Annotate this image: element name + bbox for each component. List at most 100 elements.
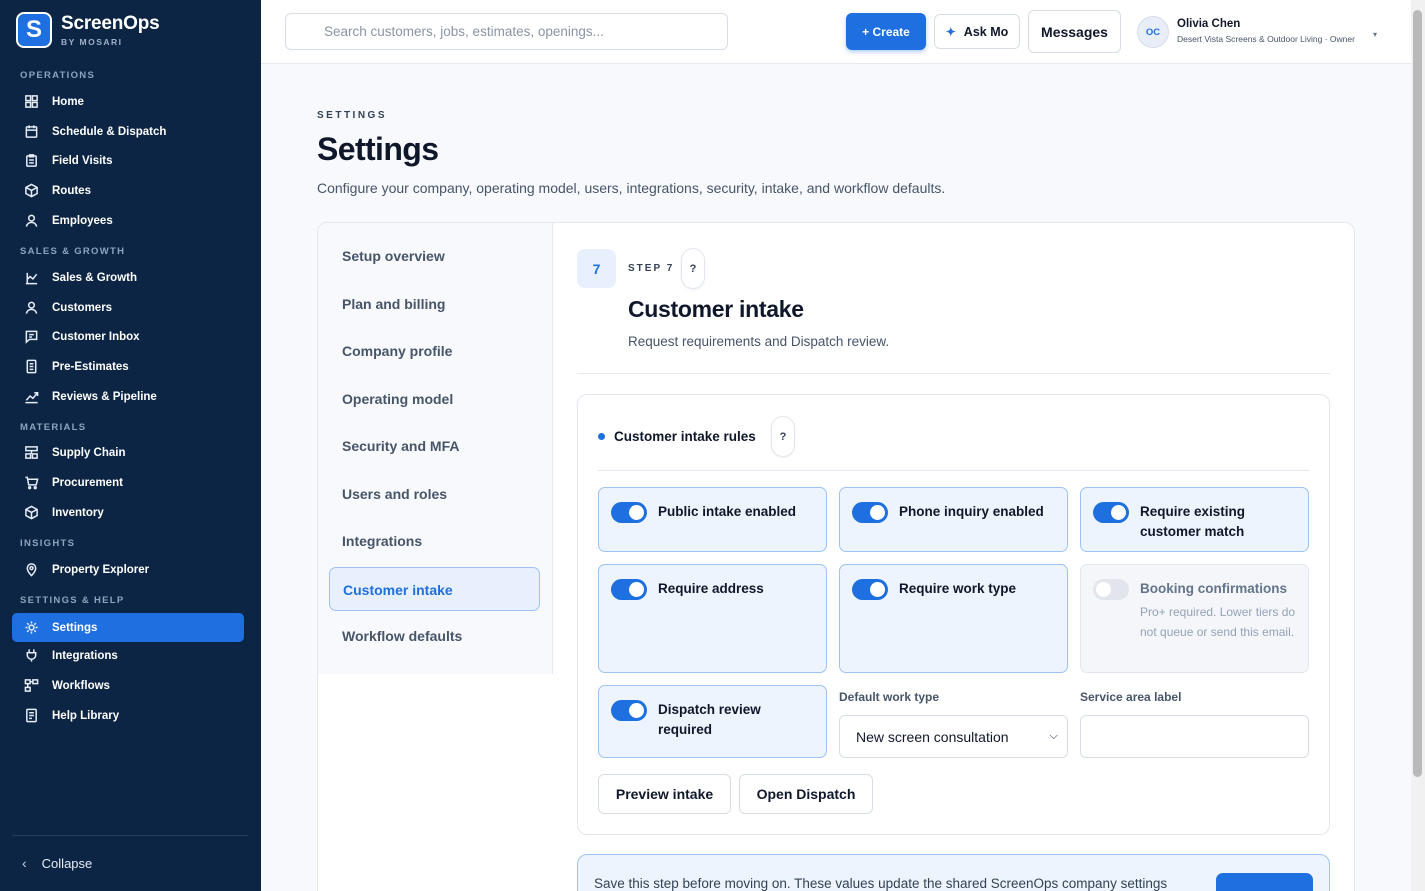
app-logo: S xyxy=(16,12,52,48)
user-icon xyxy=(24,300,39,315)
sidebar-item-employees[interactable]: Employees xyxy=(12,206,244,235)
avatar[interactable]: OC xyxy=(1137,16,1169,48)
section-divider xyxy=(577,373,1330,374)
create-button[interactable]: + Create xyxy=(846,13,926,50)
clipboard-icon xyxy=(24,153,39,168)
toggle-switch[interactable] xyxy=(611,502,647,523)
toggle-label: Require work type xyxy=(899,581,1017,596)
sidebar-item-label: Reviews & Pipeline xyxy=(52,390,157,403)
default-work-type-select[interactable]: New screen consultation ⌵ xyxy=(839,715,1068,758)
sidebar-item-workflows[interactable]: Workflows xyxy=(12,671,244,700)
rules-help-button[interactable]: ? xyxy=(771,416,795,457)
sidebar-item-label: Schedule & Dispatch xyxy=(52,125,167,138)
step-number-badge: 7 xyxy=(577,249,616,288)
sidebar-item-help-library[interactable]: Help Library xyxy=(12,701,244,730)
step-customer-intake[interactable]: Customer intake xyxy=(329,567,540,611)
sidebar-item-customers[interactable]: Customers xyxy=(12,293,244,322)
plug-icon xyxy=(24,648,39,663)
sparkle-icon: ✦ xyxy=(945,24,956,39)
sidebar-item-label: Field Visits xyxy=(52,154,113,167)
toggle-tile-public-intake[interactable]: Public intake enabled xyxy=(598,487,827,552)
sidebar-item-schedule-dispatch[interactable]: Schedule & Dispatch xyxy=(12,117,244,146)
ask-mo-label: Ask Mo xyxy=(963,24,1009,39)
toggle-note: Pro+ required. Lower tiers do not queue … xyxy=(1140,605,1296,639)
help-button[interactable]: ? xyxy=(681,248,705,289)
toggle-tile-dispatch-review[interactable]: Dispatch review required xyxy=(598,685,827,758)
ask-mo-button[interactable]: ✦ Ask Mo xyxy=(934,14,1020,49)
preview-intake-button[interactable]: Preview intake xyxy=(598,774,731,814)
save-button[interactable] xyxy=(1216,873,1313,891)
sidebar-item-label: Supply Chain xyxy=(52,446,126,459)
app-name: ScreenOps xyxy=(61,13,160,34)
toggle-tile-phone-inquiry[interactable]: Phone inquiry enabled xyxy=(839,487,1068,552)
step-integrations[interactable]: Integrations xyxy=(342,533,422,549)
section-description: Request requirements and Dispatch review… xyxy=(628,334,890,349)
step-plan-billing[interactable]: Plan and billing xyxy=(342,296,445,312)
step-setup-overview[interactable]: Setup overview xyxy=(342,248,445,264)
nav-section-settings-help: SETTINGS & HELP xyxy=(20,595,125,606)
top-bar: Search customers, jobs, estimates, openi… xyxy=(261,0,1411,64)
step-users-roles[interactable]: Users and roles xyxy=(342,486,447,502)
service-area-input[interactable] xyxy=(1080,715,1309,758)
toggle-switch[interactable] xyxy=(611,579,647,600)
chevron-down-icon[interactable]: ▾ xyxy=(1373,30,1377,39)
brand[interactable]: S ScreenOps BY MOSARI xyxy=(16,12,160,48)
step-security-mfa[interactable]: Security and MFA xyxy=(342,438,459,454)
sidebar-item-label: Routes xyxy=(52,184,91,197)
messages-button[interactable]: Messages xyxy=(1028,10,1121,53)
sidebar-item-home[interactable]: Home xyxy=(12,87,244,116)
toggle-switch[interactable] xyxy=(852,502,888,523)
toggle-switch[interactable] xyxy=(1093,502,1129,523)
search-input[interactable]: Search customers, jobs, estimates, openi… xyxy=(285,13,728,50)
scrollbar-thumb[interactable] xyxy=(1413,10,1422,777)
sidebar-item-pre-estimates[interactable]: Pre-Estimates xyxy=(12,352,244,381)
sidebar-item-procurement[interactable]: Procurement xyxy=(12,468,244,497)
nav-section-insights: INSIGHTS xyxy=(20,538,76,549)
sidebar-item-label: Pre-Estimates xyxy=(52,360,129,373)
section-title: Customer intake xyxy=(628,296,804,322)
grid-icon xyxy=(24,94,39,109)
user-name[interactable]: Olivia Chen xyxy=(1177,18,1240,30)
toggle-tile-customer-match[interactable]: Require existing customer match xyxy=(1080,487,1309,552)
sidebar-item-label: Inventory xyxy=(52,506,104,519)
nav-section-sales-growth: SALES & GROWTH xyxy=(20,246,126,257)
box-icon xyxy=(24,505,39,520)
page-description: Configure your company, operating model,… xyxy=(317,180,946,196)
sidebar-item-field-visits[interactable]: Field Visits xyxy=(12,146,244,175)
sidebar-item-routes[interactable]: Routes xyxy=(12,176,244,205)
sidebar-item-label: Employees xyxy=(52,214,113,227)
rules-divider xyxy=(598,470,1309,471)
toggle-switch[interactable] xyxy=(852,579,888,600)
sidebar-item-property-explorer[interactable]: Property Explorer xyxy=(12,555,244,584)
sidebar-item-customer-inbox[interactable]: Customer Inbox xyxy=(12,322,244,351)
layers-icon xyxy=(24,445,39,460)
select-value: New screen consultation xyxy=(856,729,1009,745)
service-area-label: Service area label xyxy=(1080,690,1182,704)
collapse-label: Collapse xyxy=(41,855,93,871)
sidebar-item-settings[interactable]: Settings xyxy=(12,613,244,642)
toggle-tile-require-address[interactable]: Require address xyxy=(598,564,827,673)
sidebar-item-label: Property Explorer xyxy=(52,563,150,576)
sidebar-item-label: Sales & Growth xyxy=(52,271,137,284)
toggle-label: Phone inquiry enabled xyxy=(899,504,1044,519)
toggle-label: Dispatch review required xyxy=(658,702,761,737)
step-operating-model[interactable]: Operating model xyxy=(342,391,453,407)
sidebar-item-supply-chain[interactable]: Supply Chain xyxy=(12,438,244,467)
toggle-switch[interactable] xyxy=(611,700,647,721)
default-work-type-label: Default work type xyxy=(839,690,940,704)
toggle-label: Require existing customer match xyxy=(1140,504,1246,539)
sidebar-item-sales-growth[interactable]: Sales & Growth xyxy=(12,263,244,292)
sidebar-item-reviews-pipeline[interactable]: Reviews & Pipeline xyxy=(12,382,244,411)
sidebar-item-label: Customers xyxy=(52,301,113,314)
sidebar-item-inventory[interactable]: Inventory xyxy=(12,498,244,527)
step-company-profile[interactable]: Company profile xyxy=(342,343,452,359)
trend-icon xyxy=(24,389,39,404)
open-dispatch-button[interactable]: Open Dispatch xyxy=(739,774,873,814)
collapse-button[interactable]: ‹ Collapse xyxy=(22,855,92,871)
toggle-tile-require-work-type[interactable]: Require work type xyxy=(839,564,1068,673)
step-workflow-defaults[interactable]: Workflow defaults xyxy=(342,628,462,644)
sidebar-item-integrations[interactable]: Integrations xyxy=(12,641,244,670)
cart-icon xyxy=(24,475,39,490)
chevron-left-icon: ‹ xyxy=(22,855,27,871)
save-notice-text: Save this step before moving on. These v… xyxy=(594,876,1168,891)
